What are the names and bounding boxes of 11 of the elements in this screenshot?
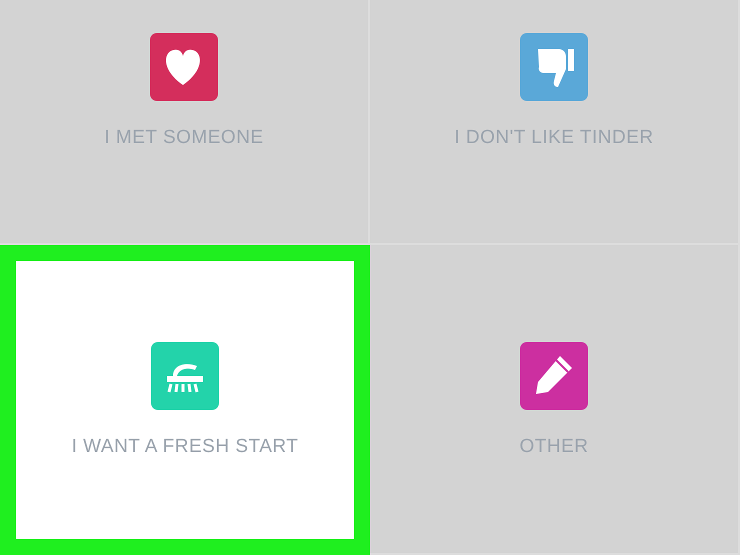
- option-label: OTHER: [520, 436, 588, 458]
- pencil-icon: [520, 342, 588, 410]
- option-label: I WANT A FRESH START: [72, 436, 298, 458]
- option-tile[interactable]: OTHER: [370, 245, 740, 555]
- option-tile[interactable]: I WANT A FRESH START: [0, 245, 370, 555]
- option-tile[interactable]: I MET SOMEONE: [0, 0, 370, 245]
- option-tile[interactable]: I DON'T LIKE TINDER: [370, 0, 740, 245]
- option-label: I MET SOMEONE: [104, 127, 264, 149]
- thumbs-down-icon: [520, 33, 588, 101]
- brush-icon: [151, 342, 219, 410]
- option-label: I DON'T LIKE TINDER: [454, 127, 654, 149]
